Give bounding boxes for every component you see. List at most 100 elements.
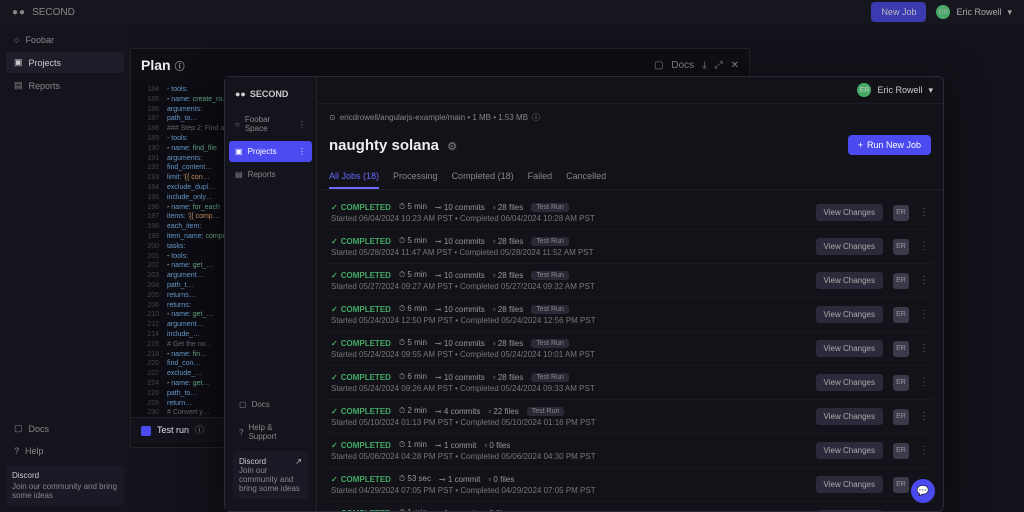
sidebar-item-foobar[interactable]: ○Foobar Space⋮ xyxy=(229,109,312,139)
view-changes-button[interactable]: View Changes xyxy=(816,204,883,221)
duration: ⏱ 1 min xyxy=(399,440,427,450)
download-icon[interactable]: ⤓ xyxy=(702,60,706,71)
commits: ⊸ 1 commit xyxy=(435,509,476,512)
sidebar-discord[interactable]: Discord↗ Join our community and bring so… xyxy=(233,451,308,499)
files: ▫ 0 files xyxy=(484,509,510,512)
bg-user-menu[interactable]: ER Eric Rowell ▾ xyxy=(936,5,1012,19)
view-changes-button[interactable]: View Changes xyxy=(816,442,883,459)
run-badge: Test Run xyxy=(531,339,569,348)
tab-failed[interactable]: Failed xyxy=(528,165,553,189)
commits: ⊸ 10 commits xyxy=(435,373,485,382)
commits: ⊸ 1 commit xyxy=(439,475,480,484)
status-badge: ✓COMPLETED xyxy=(331,373,391,382)
job-timestamps: Started 05/06/2024 04:28 PM PST • Comple… xyxy=(331,452,812,461)
check-icon: ✓ xyxy=(331,271,338,280)
tab-cancelled[interactable]: Cancelled xyxy=(566,165,606,189)
sidebar-help[interactable]: ? Help & Support xyxy=(233,417,308,447)
sidebar-item-reports[interactable]: ▤Reports xyxy=(229,164,312,185)
bg-logo: ●● SECOND xyxy=(12,7,75,18)
status-badge: ✓COMPLETED xyxy=(331,509,391,512)
info-icon[interactable]: ⓘ xyxy=(195,424,204,437)
expand-icon[interactable]: ⤢ xyxy=(715,60,723,71)
check-icon: ✓ xyxy=(331,339,338,348)
more-menu[interactable]: ⋮ xyxy=(919,241,929,252)
more-menu[interactable]: ⋮ xyxy=(919,275,929,286)
info-icon[interactable]: ⓘ xyxy=(175,58,185,73)
view-changes-button[interactable]: View Changes xyxy=(816,476,883,493)
duration: ⏱ 53 sec xyxy=(399,474,431,484)
plan-docs-link[interactable]: Docs xyxy=(671,60,694,71)
test-run-label: Test run xyxy=(157,424,189,437)
view-changes-button[interactable]: View Changes xyxy=(816,510,883,511)
sidebar-docs[interactable]: ▢ Docs xyxy=(233,394,308,415)
job-timestamps: Started 06/04/2024 10:23 AM PST • Comple… xyxy=(331,214,812,223)
more-menu[interactable]: ⋮ xyxy=(919,377,929,388)
commits: ⊸ 10 commits xyxy=(435,305,485,314)
status-badge: ✓COMPLETED xyxy=(331,305,391,314)
files: ▫ 28 files xyxy=(493,339,523,348)
more-menu[interactable]: ⋮ xyxy=(919,411,929,422)
view-changes-button[interactable]: View Changes xyxy=(816,306,883,323)
more-menu[interactable]: ⋮ xyxy=(919,309,929,320)
plan-title: Plan ⓘ xyxy=(141,57,185,73)
files: ▫ 22 files xyxy=(488,407,518,416)
bg-new-job-button[interactable]: New Job xyxy=(871,2,926,22)
check-icon: ✓ xyxy=(331,475,338,484)
run-badge: Test Run xyxy=(531,373,569,382)
job-timestamps: Started 05/24/2024 12:50 PM PST • Comple… xyxy=(331,316,812,325)
tab-completed-[interactable]: Completed (18) xyxy=(452,165,514,189)
close-icon[interactable]: ✕ xyxy=(731,60,739,71)
more-menu[interactable]: ⋮ xyxy=(919,207,929,218)
bg-sidebar-foobar[interactable]: ○Foobar xyxy=(6,30,124,50)
view-changes-button[interactable]: View Changes xyxy=(816,408,883,425)
bg-help[interactable]: ? Help xyxy=(6,441,124,461)
info-icon[interactable]: ⓘ xyxy=(532,112,540,123)
tab-processing[interactable]: Processing xyxy=(393,165,438,189)
job-timestamps: Started 05/10/2024 01:13 PM PST • Comple… xyxy=(331,418,812,427)
duration: ⏱ 5 min xyxy=(399,270,427,280)
run-badge: Test Run xyxy=(531,237,569,246)
status-badge: ✓COMPLETED xyxy=(331,203,391,212)
test-run-icon xyxy=(141,426,151,436)
gear-icon[interactable]: ⚙ xyxy=(447,141,457,153)
duration: ⏱ 5 min xyxy=(399,338,427,348)
avatar: ER xyxy=(857,83,871,97)
check-icon: ✓ xyxy=(331,237,338,246)
run-badge: Test Run xyxy=(527,407,565,416)
more-menu[interactable]: ⋮ xyxy=(919,445,929,456)
run-new-job-button[interactable]: + Run New Job xyxy=(848,135,931,155)
avatar: ER xyxy=(893,375,909,391)
chat-button[interactable]: 💬 xyxy=(911,479,935,503)
view-changes-button[interactable]: View Changes xyxy=(816,374,883,391)
chat-icon: 💬 xyxy=(917,486,929,497)
bg-docs[interactable]: ▢ Docs xyxy=(6,418,124,439)
bg-sidebar-projects[interactable]: ▣Projects xyxy=(6,52,124,73)
status-badge: ✓COMPLETED xyxy=(331,441,391,450)
bg-sidebar-reports[interactable]: ▤Reports xyxy=(6,75,124,96)
job-row: ✓COMPLETED ⏱ 5 min ⊸ 10 commits ▫ 28 fil… xyxy=(327,196,933,230)
more-menu[interactable]: ⋮ xyxy=(919,343,929,354)
commits: ⊸ 10 commits xyxy=(435,237,485,246)
user-menu[interactable]: ER Eric Rowell ▾ xyxy=(857,83,933,97)
sidebar-item-projects[interactable]: ▣Projects⋮ xyxy=(229,141,312,162)
folder-icon[interactable]: ▢ xyxy=(654,60,663,71)
check-icon: ✓ xyxy=(331,509,338,512)
view-changes-button[interactable]: View Changes xyxy=(816,340,883,357)
job-row: ✓COMPLETED ⏱ 1 min ⊸ 1 commit ▫ 0 files … xyxy=(327,502,933,511)
run-badge: Test Run xyxy=(531,305,569,314)
avatar: ER xyxy=(893,443,909,459)
job-timestamps: Started 05/28/2024 11:47 AM PST • Comple… xyxy=(331,248,812,257)
breadcrumb: ⊙ ericdrowell/angularjs-example/main • 1… xyxy=(317,104,943,131)
job-row: ✓COMPLETED ⏱ 5 min ⊸ 10 commits ▫ 28 fil… xyxy=(327,264,933,298)
view-changes-button[interactable]: View Changes xyxy=(816,238,883,255)
chevron-down-icon: ▾ xyxy=(1007,7,1012,18)
view-changes-button[interactable]: View Changes xyxy=(816,272,883,289)
external-icon: ↗ xyxy=(295,457,302,466)
job-timestamps: Started 05/27/2024 09:27 AM PST • Comple… xyxy=(331,282,812,291)
tab-all-jobs-[interactable]: All Jobs (18) xyxy=(329,165,379,189)
github-icon: ⊙ xyxy=(329,113,336,122)
check-icon: ✓ xyxy=(331,441,338,450)
bg-discord-card[interactable]: Discord Join our community and bring som… xyxy=(6,465,124,506)
files: ▫ 28 files xyxy=(493,237,523,246)
status-badge: ✓COMPLETED xyxy=(331,271,391,280)
